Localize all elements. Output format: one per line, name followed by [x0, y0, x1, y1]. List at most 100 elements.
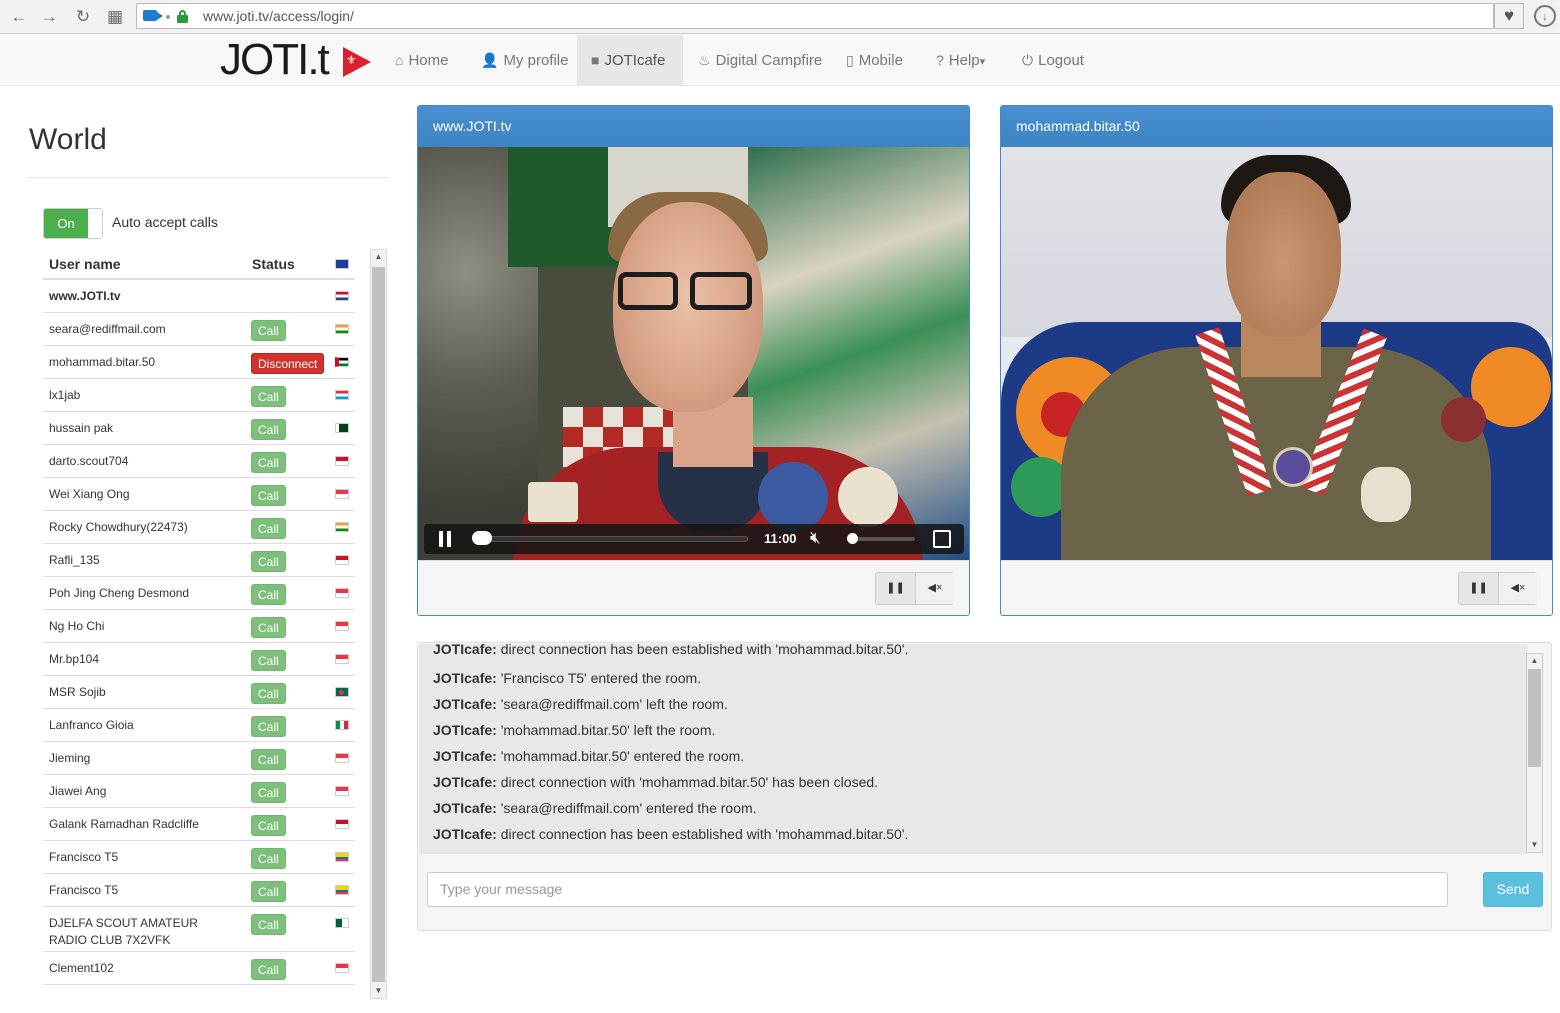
volume-handle[interactable] — [847, 533, 858, 544]
disconnect-button[interactable]: Disconnect — [251, 353, 325, 374]
pause-icon[interactable] — [438, 531, 452, 547]
scroll-down-icon[interactable]: ▼ — [372, 984, 385, 998]
user-name: darto.scout704 — [49, 454, 129, 468]
call-button[interactable]: Call — [251, 881, 286, 902]
video-panel-footer: ❚❚ ◀× — [1001, 560, 1552, 615]
chat-text: 'mohammad.bitar.50' entered the room. — [500, 748, 745, 764]
user-row: hussain pak Call — [43, 412, 355, 445]
mute-button[interactable]: ◀× — [915, 573, 954, 604]
volume-slider[interactable] — [849, 537, 915, 541]
question-icon: ? — [936, 52, 944, 68]
call-button[interactable]: Call — [251, 386, 286, 407]
call-button[interactable]: Call — [251, 848, 286, 869]
scrollbar-thumb[interactable] — [1528, 669, 1541, 767]
country-flag-icon — [335, 852, 349, 862]
call-button[interactable]: Call — [251, 617, 286, 638]
lock-icon[interactable] — [177, 10, 188, 23]
nav-home[interactable]: ⌂ Home — [381, 35, 462, 85]
call-button[interactable]: Call — [251, 485, 286, 506]
address-bar[interactable]: www.joti.tv/access/login/ — [136, 3, 1494, 29]
call-button[interactable]: Call — [251, 959, 286, 980]
nav-logout[interactable]: ⏻ Logout — [1008, 35, 1098, 85]
pause-button[interactable]: ❚❚ — [876, 573, 915, 604]
chat-message: JOTIcafe: direct connection with 'mohamm… — [433, 774, 878, 790]
chat-text: 'seara@rediffmail.com' left the room. — [500, 696, 728, 712]
nav-joticafe[interactable]: ■ JOTIcafe — [577, 35, 683, 85]
seek-bar[interactable] — [472, 536, 748, 542]
user-name: Rocky Chowdhury(22473) — [49, 520, 188, 534]
call-button[interactable]: Call — [251, 914, 286, 935]
scroll-up-icon[interactable]: ▲ — [372, 250, 385, 264]
chat-sender: JOTIcafe: — [433, 774, 497, 790]
apps-icon[interactable]: ▦ — [104, 6, 126, 28]
country-flag-icon — [335, 753, 349, 763]
fire-icon: ♨ — [698, 52, 711, 68]
call-button[interactable]: Call — [251, 584, 286, 605]
nav-help[interactable]: ? Help▾ — [922, 35, 999, 85]
chat-text: 'seara@rediffmail.com' entered the room. — [500, 800, 757, 816]
scroll-down-icon[interactable]: ▼ — [1528, 838, 1541, 852]
call-button[interactable]: Call — [251, 749, 286, 770]
site-logo[interactable]: JOTI.t — [220, 37, 330, 83]
user-name: Francisco T5 — [49, 850, 119, 864]
reload-icon[interactable]: ↻ — [72, 6, 94, 28]
camera-icon[interactable] — [143, 10, 163, 21]
send-button[interactable]: Send — [1483, 872, 1543, 907]
user-row: lx1jab Call — [43, 379, 355, 412]
country-flag-icon — [335, 522, 349, 532]
call-button[interactable]: Call — [251, 551, 286, 572]
muted-icon[interactable]: 🔇︎ — [810, 528, 821, 548]
call-button[interactable]: Call — [251, 650, 286, 671]
country-flag-icon — [335, 489, 349, 499]
auto-accept-toggle[interactable]: On — [43, 208, 103, 239]
call-button[interactable]: Call — [251, 320, 286, 341]
seek-handle[interactable] — [472, 531, 492, 545]
call-button[interactable]: Call — [251, 683, 286, 704]
chat-log: JOTIcafe: direct connection has been est… — [419, 644, 1527, 854]
chat-scrollbar[interactable]: ▲ ▼ — [1526, 653, 1543, 853]
call-button[interactable]: Call — [251, 716, 286, 737]
fullscreen-icon[interactable] — [933, 530, 951, 548]
nav-digital-campfire[interactable]: ♨ Digital Campfire — [684, 35, 836, 85]
nav-my-profile[interactable]: 👤 My profile — [467, 35, 582, 85]
country-flag-icon — [335, 423, 349, 433]
chat-text: 'Francisco T5' entered the room. — [500, 670, 702, 686]
nav-label: Logout — [1038, 52, 1084, 69]
pause-button[interactable]: ❚❚ — [1459, 573, 1498, 604]
chat-message: JOTIcafe: 'seara@rediffmail.com' left th… — [433, 696, 728, 712]
caret-down-icon: ▾ — [979, 56, 986, 68]
call-button[interactable]: Call — [251, 782, 286, 803]
nav-label: Digital Campfire — [715, 52, 823, 69]
home-icon: ⌂ — [395, 52, 404, 68]
download-icon[interactable]: ↓ — [1534, 5, 1556, 27]
nav-label: Mobile — [858, 52, 903, 69]
mute-button[interactable]: ◀× — [1498, 573, 1537, 604]
message-input[interactable]: Type your message — [427, 872, 1448, 907]
user-row: Francisco T5 Call — [43, 874, 355, 907]
country-flag-icon — [335, 324, 349, 334]
back-icon[interactable]: ← — [8, 6, 30, 28]
url-text[interactable]: www.joti.tv/access/login/ — [203, 8, 354, 24]
call-button[interactable]: Call — [251, 518, 286, 539]
user-name: mohammad.bitar.50 — [49, 355, 156, 369]
scroll-up-icon[interactable]: ▲ — [1528, 654, 1541, 668]
forward-icon[interactable]: → — [38, 6, 60, 28]
time-display: 11:00 — [764, 531, 797, 546]
chat-sender: JOTIcafe: — [433, 826, 497, 842]
video-panel-title: www.JOTI.tv — [418, 106, 969, 147]
chat-sender: JOTIcafe: — [433, 748, 497, 764]
chat-message: JOTIcafe: direct connection has been est… — [433, 826, 908, 842]
video-stream-local[interactable]: 11:00 🔇︎ — [418, 147, 969, 560]
call-button[interactable]: Call — [251, 815, 286, 836]
separator-dot — [166, 15, 170, 19]
table-header: User name Status — [43, 249, 355, 280]
country-flag-icon — [335, 885, 349, 895]
video-player-controls: 11:00 🔇︎ — [424, 524, 964, 554]
heart-icon[interactable]: ♥ — [1494, 3, 1524, 29]
video-stream-remote[interactable] — [1001, 147, 1552, 560]
scrollbar-thumb[interactable] — [372, 267, 385, 982]
call-button[interactable]: Call — [251, 419, 286, 440]
call-button[interactable]: Call — [251, 452, 286, 473]
nav-mobile[interactable]: ▯ Mobile — [832, 35, 917, 85]
user-list-scrollbar[interactable]: ▲ ▼ — [370, 249, 387, 999]
